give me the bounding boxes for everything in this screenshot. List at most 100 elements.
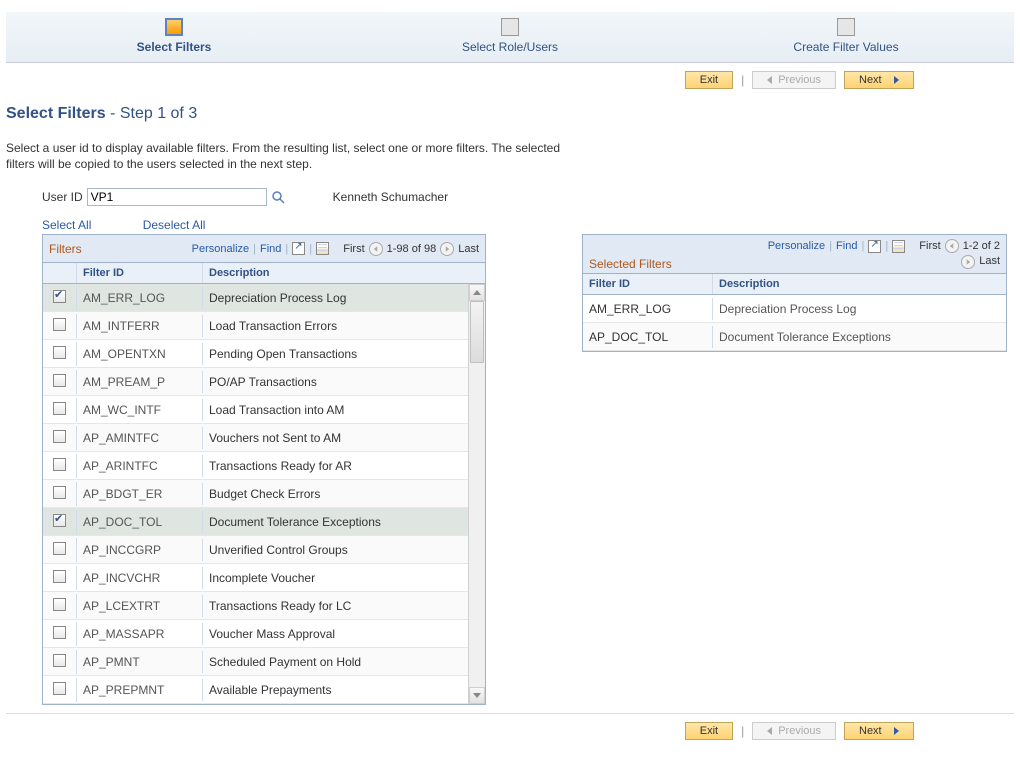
row-checkbox[interactable] <box>53 654 66 667</box>
personalize-link[interactable]: Personalize <box>768 240 825 252</box>
table-row[interactable]: AP_MASSAPRVoucher Mass Approval <box>43 620 485 648</box>
exit-button[interactable]: Exit <box>685 722 733 740</box>
table-row[interactable]: AM_INTFERRLoad Transaction Errors <box>43 312 485 340</box>
table-row[interactable]: AP_ARINTFCTransactions Ready for AR <box>43 452 485 480</box>
cell-description: Incomplete Voucher <box>203 567 485 589</box>
selected-grid-header: Personalize | Find | | First 1-2 of 2 Se… <box>583 235 1006 274</box>
scrollbar[interactable] <box>468 284 485 704</box>
scroll-down-icon[interactable] <box>469 687 485 704</box>
cell-filter-id: AM_WC_INTF <box>77 399 203 421</box>
table-row[interactable]: AP_PMNTScheduled Payment on Hold <box>43 648 485 676</box>
deselect-all-link[interactable]: Deselect All <box>143 218 206 232</box>
table-row[interactable]: AP_DOC_TOLDocument Tolerance Exceptions <box>43 508 485 536</box>
wizard-step-select-role-users[interactable]: Select Role/Users <box>342 12 678 62</box>
row-checkbox[interactable] <box>53 542 66 555</box>
table-row[interactable]: AP_BDGT_ERBudget Check Errors <box>43 480 485 508</box>
download-icon[interactable] <box>316 242 329 255</box>
selected-grid-tools: Personalize | Find | | First 1-2 of 2 <box>589 239 1000 253</box>
wizard-step-create-filter-values[interactable]: Create Filter Values <box>678 12 1014 62</box>
next-page-icon[interactable] <box>961 255 975 269</box>
cell-filter-id: AP_LCEXTRT <box>77 595 203 617</box>
cell-description: Document Tolerance Exceptions <box>203 511 485 533</box>
col-filter-id[interactable]: Filter ID <box>589 278 630 290</box>
table-row[interactable]: AM_OPENTXNPending Open Transactions <box>43 340 485 368</box>
selected-filters-grid: Personalize | Find | | First 1-2 of 2 Se… <box>582 234 1007 352</box>
cell-filter-id: AM_PREAM_P <box>77 371 203 393</box>
prev-page-icon[interactable] <box>369 242 383 256</box>
cell-description: Vouchers not Sent to AM <box>203 427 485 449</box>
cell-description: Voucher Mass Approval <box>203 623 485 645</box>
row-checkbox[interactable] <box>53 570 66 583</box>
next-label: Next <box>859 74 882 86</box>
filters-column-headers: Filter ID Description <box>43 263 485 284</box>
next-button[interactable]: Next <box>844 722 914 740</box>
table-row[interactable]: AM_PREAM_PPO/AP Transactions <box>43 368 485 396</box>
row-checkbox[interactable] <box>53 682 66 695</box>
row-checkbox[interactable] <box>53 514 66 527</box>
table-row[interactable]: AP_INCVCHRIncomplete Voucher <box>43 564 485 592</box>
last-label[interactable]: Last <box>979 255 1000 269</box>
row-checkbox[interactable] <box>53 374 66 387</box>
cell-description: Unverified Control Groups <box>203 539 485 561</box>
table-row[interactable]: AM_ERR_LOGDepreciation Process Log <box>583 295 1006 323</box>
user-name: Kenneth Schumacher <box>333 190 448 204</box>
table-row[interactable]: AP_AMINTFCVouchers not Sent to AM <box>43 424 485 452</box>
table-row[interactable]: AM_ERR_LOGDepreciation Process Log <box>43 284 485 312</box>
first-label[interactable]: First <box>343 243 364 255</box>
find-link[interactable]: Find <box>836 240 857 252</box>
row-checkbox[interactable] <box>53 346 66 359</box>
zoom-icon[interactable] <box>292 242 305 255</box>
next-button[interactable]: Next <box>844 71 914 89</box>
next-page-icon[interactable] <box>440 242 454 256</box>
previous-button[interactable]: Previous <box>752 722 836 740</box>
scroll-thumb[interactable] <box>470 301 484 363</box>
row-checkbox[interactable] <box>53 598 66 611</box>
scroll-up-icon[interactable] <box>469 284 485 301</box>
row-checkbox[interactable] <box>53 430 66 443</box>
row-checkbox[interactable] <box>53 290 66 303</box>
col-description[interactable]: Description <box>209 267 270 279</box>
row-checkbox[interactable] <box>53 318 66 331</box>
cell-filter-id: AM_ERR_LOG <box>77 287 203 309</box>
row-checkbox[interactable] <box>53 402 66 415</box>
col-description[interactable]: Description <box>719 278 780 290</box>
cell-description: Depreciation Process Log <box>203 287 485 309</box>
previous-button[interactable]: Previous <box>752 71 836 89</box>
intro-text: Select a user id to display available fi… <box>6 141 576 172</box>
vertical-separator: | <box>741 73 744 87</box>
lookup-icon[interactable] <box>271 190 285 204</box>
row-checkbox[interactable] <box>53 458 66 471</box>
download-icon[interactable] <box>892 240 905 253</box>
col-filter-id[interactable]: Filter ID <box>83 267 124 279</box>
cell-description: Depreciation Process Log <box>713 298 1006 320</box>
table-row[interactable]: AP_INCCGRPUnverified Control Groups <box>43 536 485 564</box>
wizard-step-label: Create Filter Values <box>678 40 1014 54</box>
personalize-link[interactable]: Personalize <box>192 243 249 255</box>
cell-filter-id: AP_MASSAPR <box>77 623 203 645</box>
chevron-right-icon <box>894 727 899 735</box>
cell-filter-id: AM_OPENTXN <box>77 343 203 365</box>
table-row[interactable]: AP_PREPMNTAvailable Prepayments <box>43 676 485 704</box>
prev-page-icon[interactable] <box>945 239 959 253</box>
cell-description: Load Transaction Errors <box>203 315 485 337</box>
find-link[interactable]: Find <box>260 243 281 255</box>
col-select <box>43 263 77 283</box>
last-label[interactable]: Last <box>458 243 479 255</box>
filters-rows: AM_ERR_LOGDepreciation Process LogAM_INT… <box>43 284 485 704</box>
cell-filter-id: AP_INCCGRP <box>77 539 203 561</box>
row-checkbox[interactable] <box>53 486 66 499</box>
row-checkbox[interactable] <box>53 626 66 639</box>
zoom-icon[interactable] <box>868 240 881 253</box>
table-row[interactable]: AP_LCEXTRTTransactions Ready for LC <box>43 592 485 620</box>
cell-filter-id: AP_ARINTFC <box>77 455 203 477</box>
table-row[interactable]: AP_DOC_TOLDocument Tolerance Exceptions <box>583 323 1006 351</box>
wizard-step-select-filters[interactable]: Select Filters <box>6 12 342 62</box>
cell-filter-id: AP_INCVCHR <box>77 567 203 589</box>
previous-label: Previous <box>778 74 821 86</box>
table-row[interactable]: AM_WC_INTFLoad Transaction into AM <box>43 396 485 424</box>
first-label[interactable]: First <box>919 240 940 252</box>
select-all-link[interactable]: Select All <box>42 218 91 232</box>
user-id-input[interactable] <box>87 188 267 206</box>
exit-button[interactable]: Exit <box>685 71 733 89</box>
vertical-separator: | <box>741 724 744 738</box>
